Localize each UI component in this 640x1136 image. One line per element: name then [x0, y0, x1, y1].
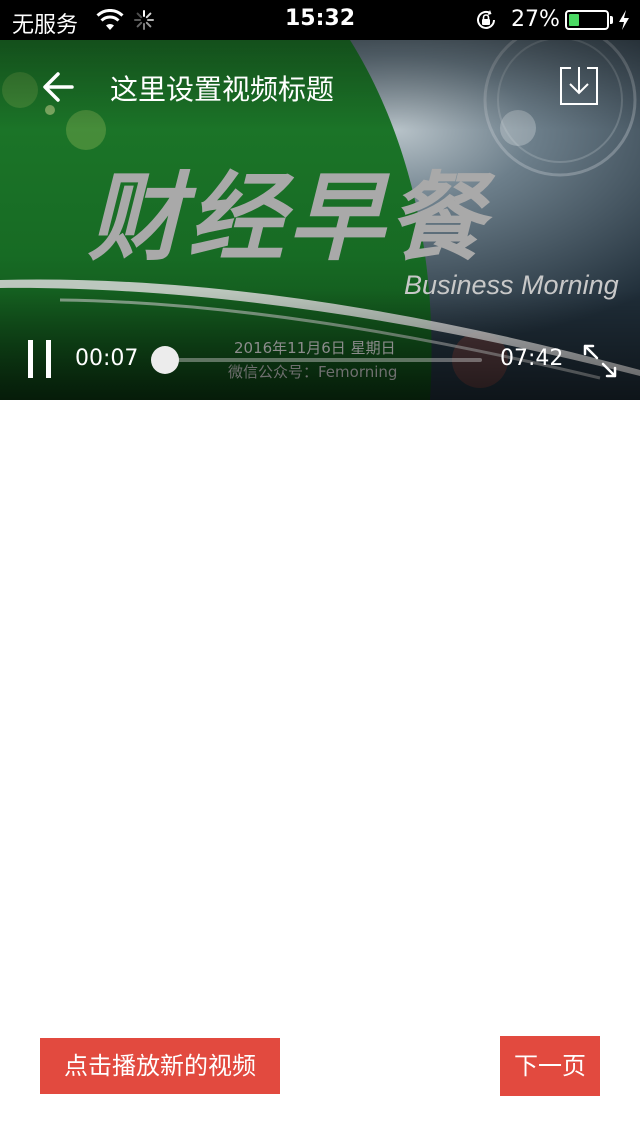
progress-bar[interactable] [151, 346, 482, 374]
total-time: 07:42 [500, 346, 564, 371]
video-player[interactable]: 财经早餐 Business Morning 2016年11月6日 星期日 微信公… [0, 40, 640, 400]
play-new-video-button[interactable]: 点击播放新的视频 [40, 1038, 280, 1094]
player-controls: 00:07 07:42 [0, 330, 640, 390]
video-frame-title-en: Business Morning [404, 270, 619, 300]
progress-thumb[interactable] [151, 346, 179, 374]
back-arrow-icon[interactable] [36, 64, 82, 110]
video-title: 这里设置视频标题 [110, 73, 335, 106]
battery-tip [610, 16, 613, 24]
fullscreen-icon[interactable] [582, 343, 618, 379]
screen: 无服务 15:32 27% 财经早餐 Business Morning 2016… [0, 0, 640, 1136]
charging-bolt-icon [619, 10, 629, 30]
battery-icon [565, 10, 609, 30]
battery-percent: 27% [511, 7, 560, 32]
pause-bar-right [46, 340, 51, 378]
status-bar: 无服务 15:32 27% [0, 0, 640, 40]
current-time: 00:07 [75, 346, 139, 371]
player-top-bar: 这里设置视频标题 [0, 40, 640, 130]
pause-bar-left [28, 340, 33, 378]
video-frame-title-cn: 财经早餐 [88, 162, 488, 274]
pause-icon[interactable] [26, 340, 56, 380]
rotation-lock-icon [477, 10, 495, 29]
battery-level-fill [569, 14, 579, 26]
next-page-button[interactable]: 下一页 [500, 1036, 600, 1096]
download-icon[interactable] [558, 65, 600, 107]
